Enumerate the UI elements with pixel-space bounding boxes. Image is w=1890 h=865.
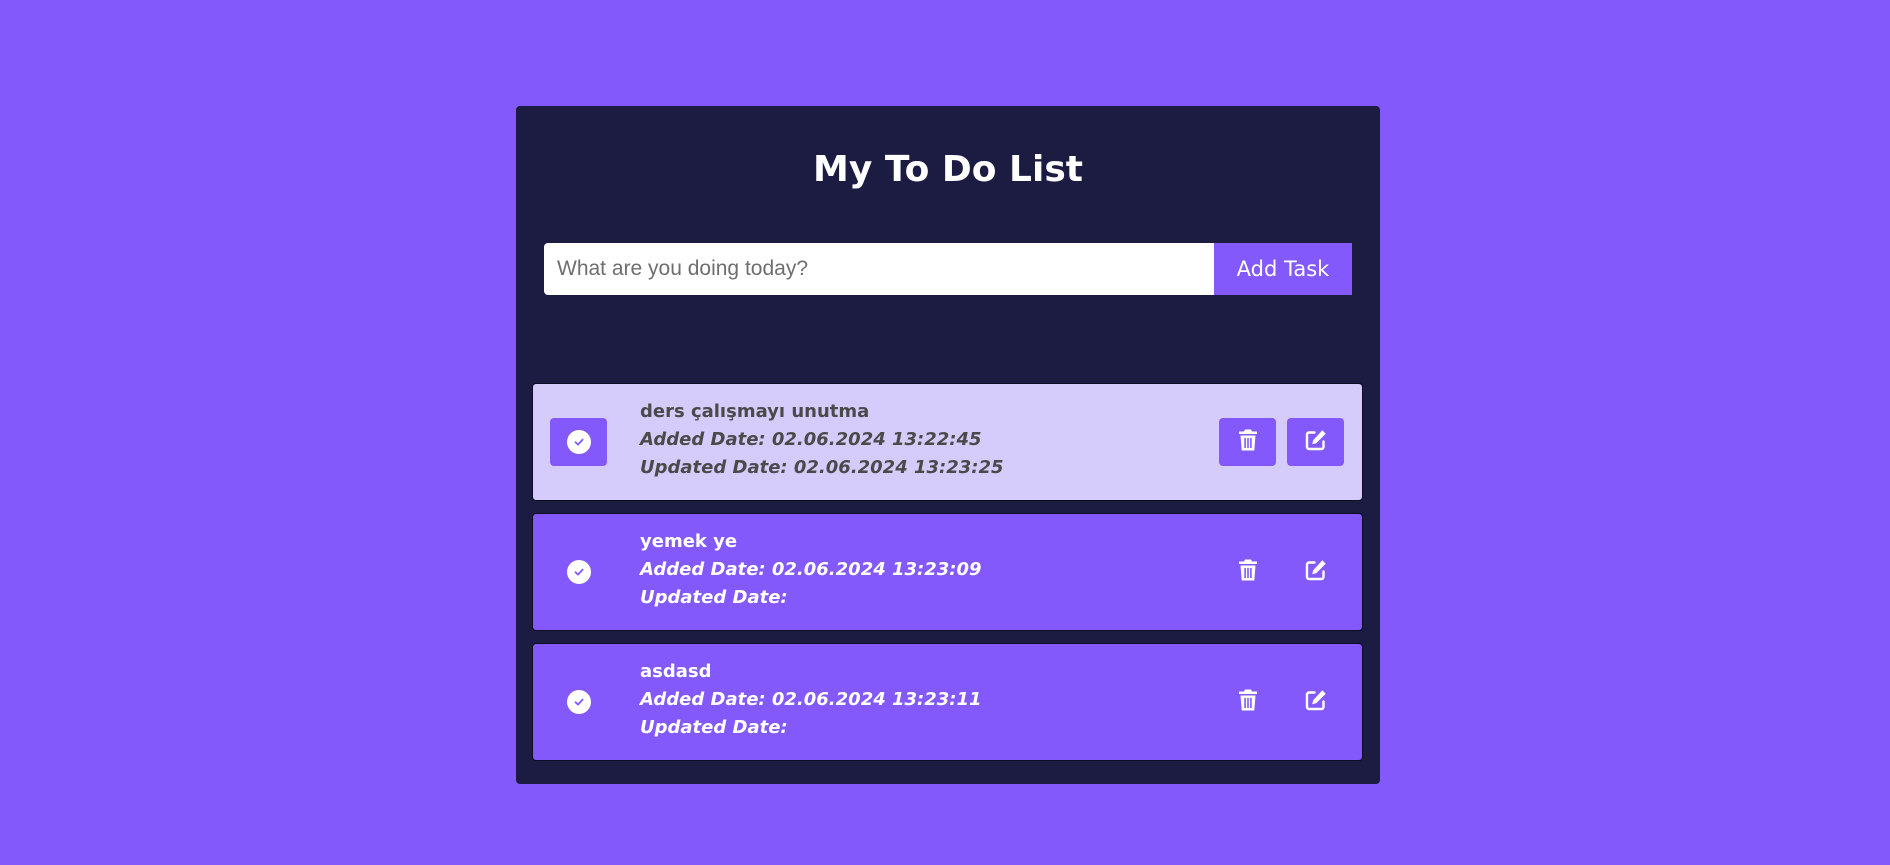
trash-icon — [1238, 688, 1258, 716]
task-updated-date: Updated Date: 02.06.2024 13:23:25 — [640, 457, 1004, 478]
task-item: asdasd Added Date: 02.06.2024 13:23:11 U… — [532, 643, 1363, 761]
todo-panel: My To Do List Add Task ders çalışmayı un… — [516, 106, 1380, 784]
task-details: yemek ye Added Date: 02.06.2024 13:23:09… — [640, 528, 982, 612]
task-added-date: Added Date: 02.06.2024 13:23:09 — [640, 559, 982, 580]
task-name: asdasd — [640, 661, 712, 682]
task-list: ders çalışmayı unutma Added Date: 02.06.… — [532, 383, 1363, 773]
task-details: ders çalışmayı unutma Added Date: 02.06.… — [640, 398, 1004, 482]
task-input[interactable] — [544, 243, 1214, 295]
delete-button[interactable] — [1219, 548, 1276, 596]
edit-button[interactable] — [1287, 678, 1344, 726]
trash-icon — [1238, 428, 1258, 456]
add-task-button[interactable]: Add Task — [1214, 243, 1352, 295]
check-circle-icon — [566, 560, 591, 584]
task-updated-date: Updated Date: — [640, 717, 788, 738]
task-updated-date: Updated Date: — [640, 587, 788, 608]
task-name: yemek ye — [640, 531, 738, 552]
task-details: asdasd Added Date: 02.06.2024 13:23:11 U… — [640, 658, 982, 742]
check-circle-icon — [566, 430, 591, 454]
complete-button[interactable] — [550, 548, 607, 596]
page-title: My To Do List — [813, 149, 1083, 190]
edit-button[interactable] — [1287, 548, 1344, 596]
task-item: ders çalışmayı unutma Added Date: 02.06.… — [532, 383, 1363, 501]
check-circle-icon — [566, 690, 591, 714]
pencil-square-icon — [1304, 428, 1328, 456]
trash-icon — [1238, 558, 1258, 586]
complete-button[interactable] — [550, 678, 607, 726]
delete-button[interactable] — [1219, 678, 1276, 726]
task-added-date: Added Date: 02.06.2024 13:23:11 — [640, 689, 982, 710]
complete-button[interactable] — [550, 418, 607, 466]
add-task-form: Add Task — [544, 243, 1366, 295]
task-name: ders çalışmayı unutma — [640, 401, 870, 422]
pencil-square-icon — [1304, 688, 1328, 716]
task-added-date: Added Date: 02.06.2024 13:22:45 — [640, 429, 982, 450]
delete-button[interactable] — [1219, 418, 1276, 466]
edit-button[interactable] — [1287, 418, 1344, 466]
pencil-square-icon — [1304, 558, 1328, 586]
task-item: yemek ye Added Date: 02.06.2024 13:23:09… — [532, 513, 1363, 631]
